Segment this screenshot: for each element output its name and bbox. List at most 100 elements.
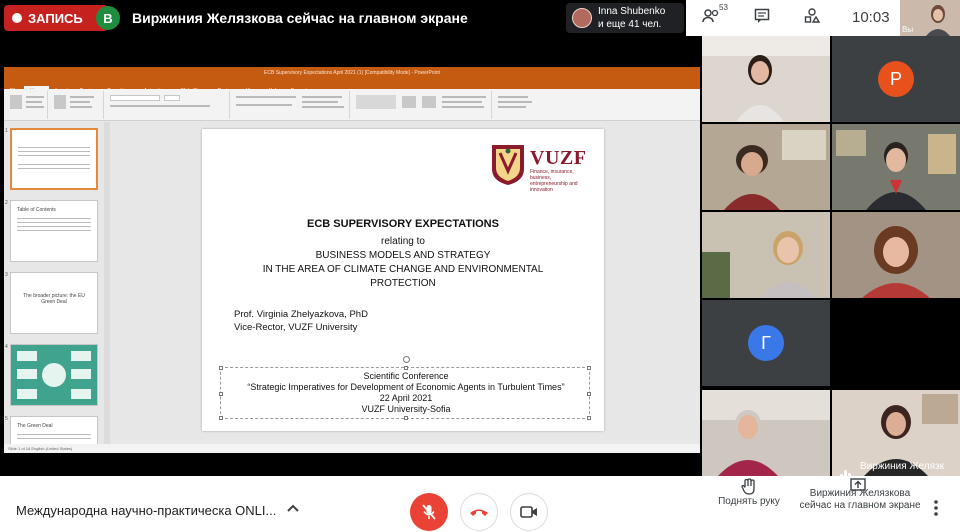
conference-line: Scientific Conference [363, 371, 449, 381]
chat-icon[interactable] [754, 8, 770, 28]
mic-toggle-button[interactable] [410, 493, 448, 531]
mic-off-icon [422, 504, 436, 520]
participant-grid: Р Г Виржиния Желязк [702, 36, 960, 476]
thumbnail-text: The Green Deal [17, 423, 53, 429]
slide-subtitle-line: IN THE AREA OF CLIMATE CHANGE AND ENVIRO… [262, 264, 544, 275]
record-label: ЗАПИСЬ [28, 10, 83, 26]
participant-video [702, 124, 830, 210]
camera-icon [520, 506, 537, 518]
joiner-name: Inna Shubenko [598, 6, 666, 17]
participant-video [702, 390, 830, 476]
thumbnail-text: The broader picture: the EU Green Deal [23, 293, 85, 305]
ribbon-tabs: FileHomeInsertDesignTransitionsAnimation… [4, 79, 700, 96]
record-indicator[interactable]: ЗАПИСЬ [4, 5, 108, 31]
rotate-handle[interactable] [403, 356, 410, 363]
meet-window: ЗАПИСЬ В Виржиния Желязкова сейчас на гл… [0, 0, 960, 532]
participant-tile[interactable]: Г [702, 300, 830, 386]
thumbnail-number: 2 [5, 200, 8, 206]
hang-up-icon [470, 509, 488, 516]
slide-author-role: Vice-Rector, VUZF University [234, 322, 358, 333]
meeting-title[interactable]: Международна научно-практическа ONLI... [16, 503, 276, 518]
participant-tile[interactable]: Виржиния Желязк [832, 390, 960, 476]
powerpoint-title: ECB Supervisory Expectations April 2021 … [4, 67, 700, 79]
presenting-line-1: Виржиния Желязкова [809, 488, 911, 499]
thumbnail-slide-4[interactable] [10, 344, 98, 406]
participant-tile[interactable] [832, 300, 960, 386]
ribbon-group-font[interactable] [106, 91, 230, 119]
slide-title: ECB SUPERVISORY EXPECTATIONS [307, 218, 499, 230]
presenter-avatar: В [96, 6, 120, 30]
presenter-status: Виржиния Желязкова сейчас на главном экр… [132, 10, 468, 26]
ribbon-group-paragraph[interactable] [232, 91, 350, 119]
joiner-others: и еще 41 чел. [598, 19, 662, 30]
end-call-button[interactable] [460, 493, 498, 531]
participant-tile[interactable] [702, 212, 830, 298]
more-options-icon[interactable] [934, 500, 938, 521]
resize-handle[interactable] [219, 416, 223, 420]
vuzf-logo: VUZF Finance, insurance, business, entre… [490, 139, 588, 193]
resize-handle[interactable] [404, 366, 408, 370]
thumbnail-number: 5 [5, 416, 8, 422]
participant-tile[interactable] [832, 212, 960, 298]
participant-tile[interactable] [702, 124, 830, 210]
thumbnail-number: 1 [5, 128, 8, 134]
participant-avatar: Г [748, 325, 784, 361]
selected-textbox[interactable]: Scientific Conference “Strategic Imperat… [219, 356, 591, 420]
top-bar: ЗАПИСЬ В Виржиния Желязкова сейчас на гл… [0, 0, 960, 36]
presenting-now-button[interactable]: Виржиния Желязкова сейчас на главном экр… [798, 488, 922, 512]
bottom-bar: Международна научно-практическа ONLI... … [0, 476, 960, 532]
activities-icon[interactable] [804, 8, 821, 28]
resize-handle[interactable] [587, 416, 591, 420]
slide-thumbnails: 1 Table of Contents 2 The broader pictur… [4, 122, 104, 444]
ribbon-group-drawing[interactable] [352, 91, 492, 119]
thumbnail-slide-3[interactable]: The broader picture: the EU Green Deal [10, 272, 98, 334]
participant-tile[interactable] [702, 390, 830, 476]
top-right-panel: 53 10:03 Вы [686, 0, 960, 36]
raise-hand-button[interactable]: Поднять руку [712, 496, 786, 507]
participant-tile[interactable]: Р [832, 36, 960, 122]
current-slide[interactable]: VUZF Finance, insurance, business, entre… [202, 129, 604, 431]
conference-line: 22 April 2021 [379, 393, 433, 403]
vuzf-emblem-icon [492, 145, 524, 185]
chevron-up-icon[interactable] [286, 500, 300, 518]
logo-word: VUZF [530, 147, 587, 169]
participant-video [702, 212, 830, 298]
slide-author: Prof. Virginia Zhelyazkova, PhD [234, 309, 368, 320]
participant-tile[interactable] [832, 124, 960, 210]
participant-avatar: Р [878, 61, 914, 97]
thumbnail-slide-1[interactable] [10, 128, 98, 190]
slide-subtitle-line: BUSINESS MODELS AND STRATEGY [315, 250, 491, 261]
speaking-indicator-icon [840, 460, 856, 476]
thumbnail-diagram-image [17, 351, 91, 399]
self-label: Вы [902, 25, 914, 34]
thumbnail-slide-5[interactable]: The Green Deal [10, 416, 98, 444]
conference-line: “Strategic Imperatives for Development o… [247, 382, 565, 392]
camera-toggle-button[interactable] [510, 493, 548, 531]
thumbnail-slide-2[interactable]: Table of Contents [10, 200, 98, 262]
participant-video [702, 36, 830, 122]
participant-video [832, 124, 960, 210]
ribbon-group-editing[interactable] [494, 91, 544, 119]
ribbon [4, 89, 700, 121]
slide-subtitle-line: PROTECTION [370, 278, 436, 289]
logo-subtitle: Finance, insurance, business, entreprene… [530, 169, 578, 193]
participant-name: Виржиния Желязк [860, 461, 944, 472]
slide-subtitle-line: relating to [381, 236, 425, 247]
conference-line: VUZF University-Sofia [361, 404, 451, 414]
ribbon-group-clipboard[interactable] [6, 91, 48, 119]
thumbnail-text: Table of Contents [17, 207, 56, 213]
resize-handle[interactable] [219, 366, 223, 370]
participants-count: 53 [719, 3, 728, 12]
thumbnail-number: 3 [5, 272, 8, 278]
self-view-tile[interactable]: Вы [900, 0, 960, 36]
record-dot-icon [12, 13, 22, 23]
ribbon-group-slides[interactable] [50, 91, 104, 119]
status-bar: Slide 1 of 18 English (United States) [4, 444, 700, 453]
resize-handle[interactable] [404, 416, 408, 420]
join-notification[interactable]: Inna Shubenko и еще 41 чел. [566, 3, 684, 33]
participant-video [832, 212, 960, 298]
resize-handle[interactable] [587, 366, 591, 370]
joiner-avatar [572, 8, 592, 28]
participant-tile[interactable] [702, 36, 830, 122]
presentation-stage: ECB Supervisory Expectations April 2021 … [0, 60, 700, 460]
